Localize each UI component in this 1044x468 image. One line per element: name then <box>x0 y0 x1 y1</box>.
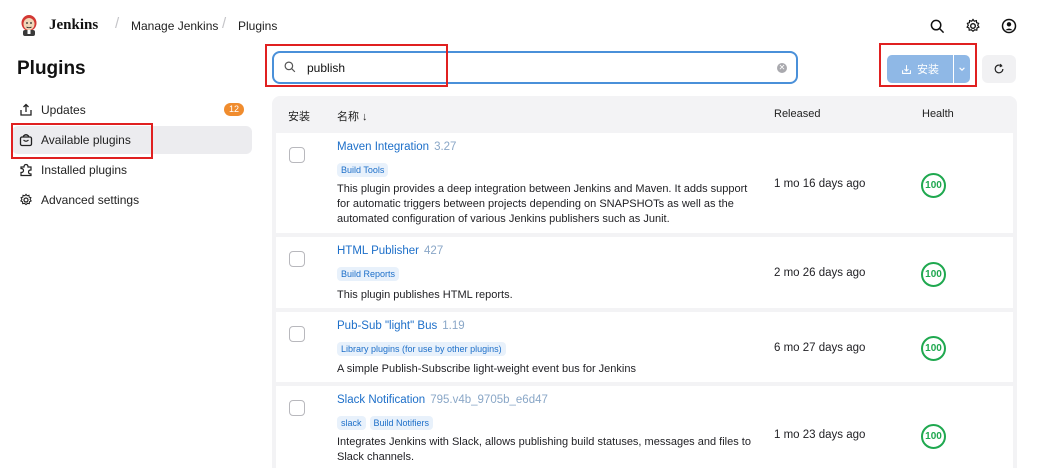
search-input[interactable]: publish <box>307 61 345 75</box>
install-checkbox[interactable] <box>289 326 305 342</box>
plugin-description: This plugin provides a deep integration … <box>337 183 748 225</box>
breadcrumb-separator: / <box>222 15 227 32</box>
released-date: 1 mo 23 days ago <box>774 429 866 441</box>
plugin-name-link[interactable]: Maven Integration 3.27 <box>337 141 456 153</box>
health-score: 100 <box>921 336 946 361</box>
chevron-down-icon <box>959 67 965 71</box>
clear-search-icon[interactable]: ✕ <box>777 63 787 73</box>
sidebar-item-label: Available plugins <box>41 133 131 147</box>
plugin-tags: Library plugins (for use by other plugin… <box>337 342 506 356</box>
plugin-description: A simple Publish-Subscribe light-weight … <box>337 363 636 375</box>
plugin-name-link[interactable]: Slack Notification 795.v4b_9705b_e6d47 <box>337 394 548 406</box>
released-date: 2 mo 26 days ago <box>774 267 866 279</box>
sidebar-item-label: Installed plugins <box>41 163 128 177</box>
page-title: Plugins <box>17 58 86 79</box>
table-header: 安装 名称 ↓ Released Health <box>272 96 1017 132</box>
sidebar-item-installed-plugins[interactable]: Installed plugins <box>12 156 252 184</box>
download-icon <box>902 64 911 74</box>
plugin-name-link[interactable]: Pub-Sub "light" Bus 1.19 <box>337 320 465 332</box>
table-row: HTML Publisher 427 Build Reports This plu… <box>276 237 1013 308</box>
breadcrumb-plugins[interactable]: Plugins <box>238 19 277 33</box>
user-icon[interactable] <box>1000 17 1018 35</box>
sidebar-item-advanced-settings[interactable]: Advanced settings <box>12 186 252 214</box>
plugin-tag[interactable]: Build Notifiers <box>369 416 434 430</box>
column-header-name[interactable]: 名称 ↓ <box>337 108 368 124</box>
plugin-version: 427 <box>424 245 444 257</box>
plugin-tag[interactable]: Build Reports <box>337 267 400 281</box>
breadcrumb-manage-jenkins[interactable]: Manage Jenkins <box>131 19 218 33</box>
plugin-tag[interactable]: slack <box>337 416 366 430</box>
plugin-version: 3.27 <box>434 141 457 153</box>
gear-icon[interactable] <box>964 17 982 35</box>
plugin-name-link[interactable]: HTML Publisher 427 <box>337 245 443 257</box>
breadcrumb-separator: / <box>115 15 120 32</box>
puzzle-icon <box>18 162 34 178</box>
table-row: Slack Notification 795.v4b_9705b_e6d47 sl… <box>276 386 1013 468</box>
install-checkbox[interactable] <box>289 147 305 163</box>
health-score: 100 <box>921 173 946 198</box>
install-checkbox[interactable] <box>289 400 305 416</box>
sidebar-item-available-plugins[interactable]: Available plugins <box>12 126 252 154</box>
health-score: 100 <box>921 262 946 287</box>
plugin-version: 1.19 <box>442 320 465 332</box>
jenkins-logo-icon[interactable] <box>19 14 39 36</box>
plugin-tags: Build Reports <box>337 267 400 281</box>
update-icon <box>18 102 34 118</box>
refresh-icon <box>994 63 1004 74</box>
plugin-version: 795.v4b_9705b_e6d47 <box>430 394 548 406</box>
install-options-dropdown[interactable] <box>954 55 970 83</box>
refresh-button[interactable] <box>982 55 1016 83</box>
search-icon[interactable] <box>928 17 946 35</box>
column-header-health[interactable]: Health <box>922 108 954 120</box>
sidebar-item-label: Advanced settings <box>41 193 140 207</box>
install-button[interactable]: 安装 <box>887 55 953 83</box>
table-row: Maven Integration 3.27 Build Tools This p… <box>276 133 1013 233</box>
column-header-install[interactable]: 安装 <box>288 108 310 124</box>
updates-count-badge: 12 <box>223 103 244 116</box>
search-icon <box>284 61 298 75</box>
plugins-table: 安装 名称 ↓ Released Health Maven Integratio… <box>272 96 1017 468</box>
plugin-tag[interactable]: Library plugins (for use by other plugin… <box>337 342 506 356</box>
plugin-description: Integrates Jenkins with Slack, allows pu… <box>337 436 751 463</box>
released-date: 1 mo 16 days ago <box>774 178 866 190</box>
plugin-search-field[interactable]: publish ✕ <box>272 51 798 84</box>
plugin-tag[interactable]: Build Tools <box>337 163 389 177</box>
plugin-tags: slack Build Notifiers <box>337 416 434 430</box>
brand-name[interactable]: Jenkins <box>49 17 98 34</box>
health-score: 100 <box>921 424 946 449</box>
install-button-label: 安装 <box>917 64 939 76</box>
gear-icon <box>18 192 34 208</box>
bag-icon <box>18 132 34 148</box>
released-date: 6 mo 27 days ago <box>774 342 866 354</box>
sidebar-item-updates[interactable]: Updates 12 <box>12 96 252 124</box>
table-row: Pub-Sub "light" Bus 1.19 Library plugins … <box>276 312 1013 382</box>
column-header-released[interactable]: Released <box>774 108 820 120</box>
top-bar: Jenkins / Manage Jenkins / Plugins <box>0 0 1044 52</box>
plugin-tags: Build Tools <box>337 163 389 177</box>
install-checkbox[interactable] <box>289 251 305 267</box>
sidebar-item-label: Updates <box>41 103 86 117</box>
header-actions <box>928 17 1018 35</box>
plugin-description: This plugin publishes HTML reports. <box>337 289 513 301</box>
